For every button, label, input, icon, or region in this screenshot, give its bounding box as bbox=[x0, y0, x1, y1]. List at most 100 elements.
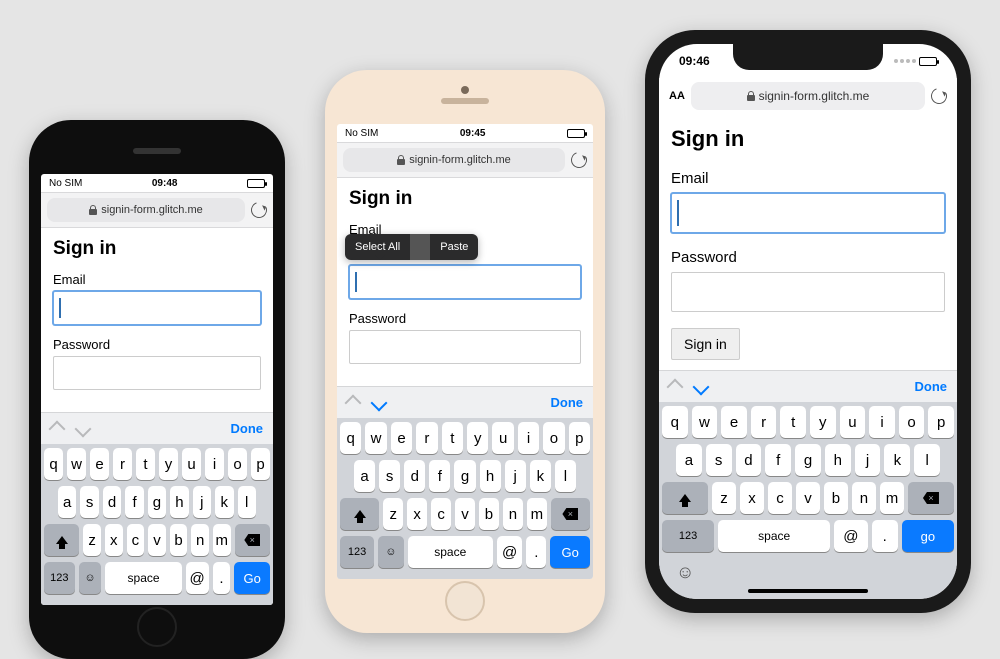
at-key[interactable]: @ bbox=[186, 562, 209, 594]
key-b[interactable]: b bbox=[170, 524, 188, 556]
keyboard-done-button[interactable]: Done bbox=[915, 379, 948, 394]
key-y[interactable]: y bbox=[810, 406, 836, 438]
key-t[interactable]: t bbox=[442, 422, 463, 454]
key-s[interactable]: s bbox=[80, 486, 98, 518]
shift-key[interactable] bbox=[662, 482, 708, 514]
key-l[interactable]: l bbox=[238, 486, 256, 518]
refresh-icon[interactable] bbox=[248, 199, 269, 220]
emoji-key[interactable]: ☺ bbox=[676, 562, 694, 583]
space-key[interactable]: space bbox=[105, 562, 181, 594]
key-w[interactable]: w bbox=[67, 448, 86, 480]
refresh-icon[interactable] bbox=[928, 85, 949, 106]
key-n[interactable]: n bbox=[503, 498, 523, 530]
chevron-up-icon[interactable] bbox=[49, 420, 66, 437]
email-field[interactable] bbox=[53, 291, 261, 325]
key-t[interactable]: t bbox=[136, 448, 155, 480]
numbers-key[interactable]: 123 bbox=[340, 536, 374, 568]
key-x[interactable]: x bbox=[105, 524, 123, 556]
key-a[interactable]: a bbox=[354, 460, 375, 492]
at-key[interactable]: @ bbox=[497, 536, 523, 568]
key-x[interactable]: x bbox=[740, 482, 764, 514]
key-v[interactable]: v bbox=[148, 524, 166, 556]
key-h[interactable]: h bbox=[170, 486, 188, 518]
key-l[interactable]: l bbox=[914, 444, 940, 476]
key-w[interactable]: w bbox=[365, 422, 386, 454]
key-w[interactable]: w bbox=[692, 406, 718, 438]
dot-key[interactable]: . bbox=[526, 536, 546, 568]
emoji-key[interactable]: ☺ bbox=[378, 536, 404, 568]
key-k[interactable]: k bbox=[530, 460, 551, 492]
shift-key[interactable] bbox=[44, 524, 79, 556]
key-v[interactable]: v bbox=[455, 498, 475, 530]
key-p[interactable]: p bbox=[928, 406, 954, 438]
key-o[interactable]: o bbox=[228, 448, 247, 480]
emoji-key[interactable]: ☺ bbox=[79, 562, 102, 594]
at-key[interactable]: @ bbox=[834, 520, 868, 552]
home-button[interactable] bbox=[137, 607, 177, 647]
home-indicator[interactable] bbox=[748, 589, 868, 593]
text-size-button[interactable]: AA bbox=[669, 90, 685, 102]
key-m[interactable]: m bbox=[527, 498, 547, 530]
go-key[interactable]: Go bbox=[550, 536, 590, 568]
context-select-all[interactable]: Select All bbox=[345, 234, 410, 260]
key-o[interactable]: o bbox=[899, 406, 925, 438]
key-y[interactable]: y bbox=[467, 422, 488, 454]
email-field[interactable] bbox=[671, 193, 945, 233]
key-j[interactable]: j bbox=[855, 444, 881, 476]
key-e[interactable]: e bbox=[90, 448, 109, 480]
password-field[interactable] bbox=[53, 356, 261, 390]
keyboard-done-button[interactable]: Done bbox=[551, 395, 584, 410]
key-u[interactable]: u bbox=[840, 406, 866, 438]
refresh-icon[interactable] bbox=[568, 149, 589, 170]
key-x[interactable]: x bbox=[407, 498, 427, 530]
key-t[interactable]: t bbox=[780, 406, 806, 438]
key-r[interactable]: r bbox=[416, 422, 437, 454]
home-button[interactable] bbox=[445, 581, 485, 621]
form-nav-arrows[interactable] bbox=[347, 397, 385, 409]
numbers-key[interactable]: 123 bbox=[662, 520, 714, 552]
key-k[interactable]: k bbox=[215, 486, 233, 518]
key-k[interactable]: k bbox=[884, 444, 910, 476]
url-field[interactable]: signin-form.glitch.me bbox=[47, 198, 245, 222]
key-z[interactable]: z bbox=[712, 482, 736, 514]
chevron-down-icon[interactable] bbox=[371, 394, 388, 411]
key-n[interactable]: n bbox=[191, 524, 209, 556]
key-c[interactable]: c bbox=[768, 482, 792, 514]
key-f[interactable]: f bbox=[765, 444, 791, 476]
form-nav-arrows[interactable] bbox=[669, 381, 707, 393]
go-key[interactable]: go bbox=[902, 520, 954, 552]
password-field[interactable] bbox=[671, 272, 945, 312]
key-g[interactable]: g bbox=[454, 460, 475, 492]
key-j[interactable]: j bbox=[193, 486, 211, 518]
key-m[interactable]: m bbox=[213, 524, 231, 556]
context-paste[interactable]: Paste bbox=[430, 234, 478, 260]
key-b[interactable]: b bbox=[824, 482, 848, 514]
key-b[interactable]: b bbox=[479, 498, 499, 530]
key-a[interactable]: a bbox=[58, 486, 76, 518]
key-i[interactable]: i bbox=[518, 422, 539, 454]
key-n[interactable]: n bbox=[852, 482, 876, 514]
key-i[interactable]: i bbox=[869, 406, 895, 438]
key-u[interactable]: u bbox=[492, 422, 513, 454]
space-key[interactable]: space bbox=[718, 520, 830, 552]
key-u[interactable]: u bbox=[182, 448, 201, 480]
key-c[interactable]: c bbox=[127, 524, 145, 556]
go-key[interactable]: Go bbox=[234, 562, 270, 594]
chevron-down-icon[interactable] bbox=[693, 378, 710, 395]
space-key[interactable]: space bbox=[408, 536, 493, 568]
key-p[interactable]: p bbox=[569, 422, 590, 454]
password-field[interactable] bbox=[349, 330, 581, 364]
form-nav-arrows[interactable] bbox=[51, 423, 89, 435]
dot-key[interactable]: . bbox=[872, 520, 898, 552]
keyboard-done-button[interactable]: Done bbox=[231, 421, 264, 436]
key-s[interactable]: s bbox=[706, 444, 732, 476]
delete-key[interactable]: × bbox=[908, 482, 954, 514]
numbers-key[interactable]: 123 bbox=[44, 562, 75, 594]
key-h[interactable]: h bbox=[825, 444, 851, 476]
url-field[interactable]: signin-form.glitch.me bbox=[343, 148, 565, 172]
key-f[interactable]: f bbox=[125, 486, 143, 518]
key-p[interactable]: p bbox=[251, 448, 270, 480]
key-q[interactable]: q bbox=[340, 422, 361, 454]
shift-key[interactable] bbox=[340, 498, 379, 530]
key-z[interactable]: z bbox=[83, 524, 101, 556]
